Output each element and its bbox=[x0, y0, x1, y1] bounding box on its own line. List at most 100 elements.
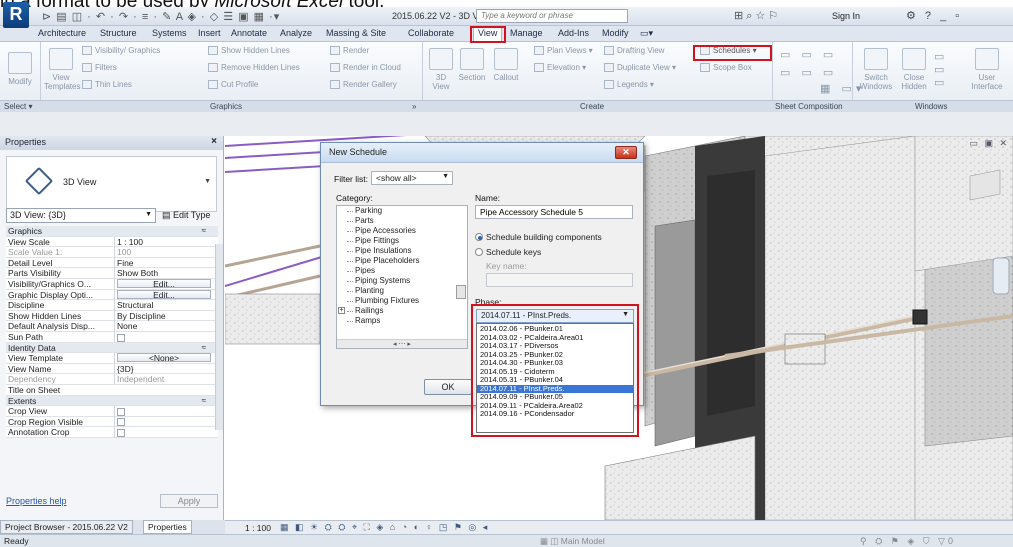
property-row[interactable]: Parts Visibility Show Both bbox=[6, 268, 218, 279]
schedule-keys-radio[interactable]: Schedule keys bbox=[475, 247, 541, 257]
duplicate-view-button[interactable]: Duplicate View ▾ bbox=[604, 63, 676, 73]
tab-collaborate[interactable]: Collaborate bbox=[408, 28, 454, 38]
tab-analyze[interactable]: Analyze bbox=[280, 28, 312, 38]
properties-scrollbar[interactable] bbox=[215, 244, 223, 430]
close-icon[interactable]: × bbox=[211, 136, 217, 147]
tile-windows-icons[interactable]: ▭ ▭ ▭ bbox=[934, 50, 944, 89]
scope-box-button[interactable]: Scope Box bbox=[700, 63, 752, 73]
property-value[interactable]: 100 bbox=[114, 247, 214, 258]
close-hidden-button[interactable]: Close Hidden bbox=[898, 48, 930, 91]
property-value[interactable]: Show Both bbox=[114, 268, 214, 279]
phase-option[interactable]: 2014.09.16 - PCondensador bbox=[477, 409, 633, 419]
category-horizontal-scrollbar[interactable]: ◂ ⋯ ▸ bbox=[337, 339, 467, 348]
property-row[interactable]: Discipline Structural bbox=[6, 300, 218, 311]
tab-properties[interactable]: Properties bbox=[143, 520, 192, 534]
tab-structure[interactable]: Structure bbox=[100, 28, 137, 38]
property-row[interactable]: Sun Path bbox=[6, 331, 218, 343]
property-value[interactable]: None bbox=[114, 321, 214, 332]
tab-systems[interactable]: Systems bbox=[152, 28, 187, 38]
ok-button[interactable]: OK bbox=[424, 379, 472, 395]
property-checkbox[interactable] bbox=[117, 333, 125, 342]
section-button[interactable]: Section bbox=[456, 48, 488, 82]
render-in-cloud-button[interactable]: Render in Cloud bbox=[330, 63, 401, 73]
schedule-name-input[interactable] bbox=[475, 205, 633, 219]
show-hidden-lines-button[interactable]: Show Hidden Lines bbox=[208, 46, 290, 56]
property-row[interactable]: Show Hidden Lines By Discipline bbox=[6, 310, 218, 322]
property-edit-button[interactable]: Edit... bbox=[117, 278, 211, 288]
view-templates-button[interactable]: View Templates bbox=[44, 48, 80, 91]
status-bar-icons[interactable]: ⚲ ⛭ ⚑ ◈ ⛉ ▽0 bbox=[860, 536, 956, 547]
category-item[interactable]: Pipe Accessories bbox=[337, 226, 467, 236]
category-item[interactable]: Pipe Placeholders bbox=[337, 256, 467, 266]
property-row[interactable]: View Scale 1 : 100 bbox=[6, 236, 218, 248]
category-item[interactable]: Parking bbox=[337, 206, 467, 216]
property-row[interactable]: Graphic Display Opti... Edit... bbox=[6, 289, 218, 301]
viewport-window-controls[interactable]: ▭ ▣ ✕ bbox=[969, 138, 1009, 149]
property-section[interactable]: Identity Data ≈ bbox=[6, 342, 218, 354]
sheet-composition-icons[interactable]: ▭ ▭ ▭ bbox=[780, 48, 837, 61]
property-row[interactable]: Title on Sheet bbox=[6, 384, 218, 396]
property-checkbox[interactable] bbox=[117, 418, 125, 427]
property-row[interactable]: Visibility/Graphics O... Edit... bbox=[6, 278, 218, 290]
key-name-input[interactable] bbox=[486, 273, 633, 287]
help-search-input[interactable]: Type a keyword or phrase bbox=[476, 9, 628, 23]
property-row[interactable]: Crop View bbox=[6, 406, 218, 417]
switch-windows-button[interactable]: Switch Windows bbox=[858, 48, 894, 91]
view-instance-dropdown[interactable]: 3D View: {3D} ▼ bbox=[6, 208, 156, 223]
contextual-dropdown-icon[interactable]: ▭▾ bbox=[640, 28, 653, 39]
tab-architecture[interactable]: Architecture bbox=[38, 28, 86, 38]
category-item[interactable]: Planting bbox=[337, 286, 467, 296]
tab-project-browser[interactable]: Project Browser - 2015.06.22 V2 bbox=[0, 520, 133, 534]
property-value[interactable]: Fine bbox=[114, 257, 214, 269]
category-list[interactable]: Parking Parts Pipe Accessories Pipe Fitting… bbox=[336, 205, 468, 349]
tab-add-ins[interactable]: Add-Ins bbox=[558, 28, 589, 38]
property-row[interactable]: View Template <None> bbox=[6, 353, 218, 364]
filter-list-dropdown[interactable]: <show all> ▼ bbox=[371, 171, 453, 185]
property-row[interactable]: View Name {3D} bbox=[6, 363, 218, 375]
property-checkbox[interactable] bbox=[117, 407, 125, 416]
render-gallery-button[interactable]: Render Gallery bbox=[330, 80, 397, 90]
category-item[interactable]: Parts bbox=[337, 216, 467, 226]
select-panel-label[interactable]: Select ▾ bbox=[4, 102, 32, 111]
application-menu-button[interactable]: R bbox=[3, 2, 29, 28]
dialog-close-button[interactable]: ✕ bbox=[615, 146, 637, 159]
category-item[interactable]: Pipes bbox=[337, 266, 467, 276]
expand-icon[interactable]: + bbox=[338, 307, 345, 314]
edit-type-button[interactable]: ▤ Edit Type bbox=[162, 210, 210, 221]
property-row[interactable]: Scale Value 1: 100 bbox=[6, 247, 218, 258]
plan-views-button[interactable]: Plan Views ▾ bbox=[534, 46, 593, 56]
property-row[interactable]: Annotation Crop bbox=[6, 427, 218, 438]
property-section[interactable]: Extents ≈ bbox=[6, 395, 218, 407]
thin-lines-button[interactable]: Thin Lines bbox=[82, 80, 132, 90]
property-edit-button[interactable]: Edit... bbox=[117, 289, 211, 299]
property-row[interactable]: Detail Level Fine bbox=[6, 257, 218, 269]
properties-help-link[interactable]: Properties help bbox=[6, 496, 67, 506]
property-value[interactable]: 1 : 100 bbox=[114, 236, 214, 248]
category-item[interactable]: Pipe Fittings bbox=[337, 236, 467, 246]
collapse-icon[interactable]: ≈ bbox=[202, 396, 206, 407]
callout-button[interactable]: Callout bbox=[490, 48, 522, 82]
apply-button[interactable]: Apply bbox=[160, 494, 218, 508]
view-scale[interactable]: 1 : 100 bbox=[245, 523, 271, 533]
tab-annotate[interactable]: Annotate bbox=[231, 28, 267, 38]
cut-profile-button[interactable]: Cut Profile bbox=[208, 80, 258, 90]
category-item[interactable]: Pipe Insulations bbox=[337, 246, 467, 256]
active-model-selector[interactable]: ▦ ◫ Main Model bbox=[540, 536, 605, 547]
property-edit-button[interactable]: <None> bbox=[117, 353, 211, 362]
category-item[interactable]: Piping Systems bbox=[337, 276, 467, 286]
category-item[interactable]: Plumbing Fixtures bbox=[337, 296, 467, 306]
window-controls[interactable]: ⚙ ? _ ▫ bbox=[906, 9, 962, 22]
user-interface-button[interactable]: User Interface bbox=[968, 48, 1006, 91]
view-control-icons[interactable]: ▦ ◧ ☀ ⛭ ⛭ ⌖ ⛶ ◈ ⌂ ◔ ◐ ♀ ◳ ⚑ ◎ ◂ bbox=[280, 522, 489, 533]
phase-dropdown[interactable]: 2014.07.11 - PInst.Preds. ▼ bbox=[476, 309, 634, 323]
property-value[interactable]: {3D} bbox=[114, 363, 214, 375]
property-checkbox[interactable] bbox=[117, 429, 125, 438]
property-value[interactable]: By Discipline bbox=[114, 310, 214, 322]
tab-modify[interactable]: Modify bbox=[602, 28, 629, 38]
property-row[interactable]: Dependency Independent bbox=[6, 374, 218, 385]
category-scroll-thumb[interactable] bbox=[456, 285, 466, 299]
property-section[interactable]: Graphics ≈ bbox=[6, 226, 218, 237]
visibility-graphics-button[interactable]: Visibility/ Graphics bbox=[82, 46, 160, 56]
collapse-icon[interactable]: ≈ bbox=[202, 226, 206, 237]
property-value[interactable]: Independent bbox=[114, 374, 214, 385]
